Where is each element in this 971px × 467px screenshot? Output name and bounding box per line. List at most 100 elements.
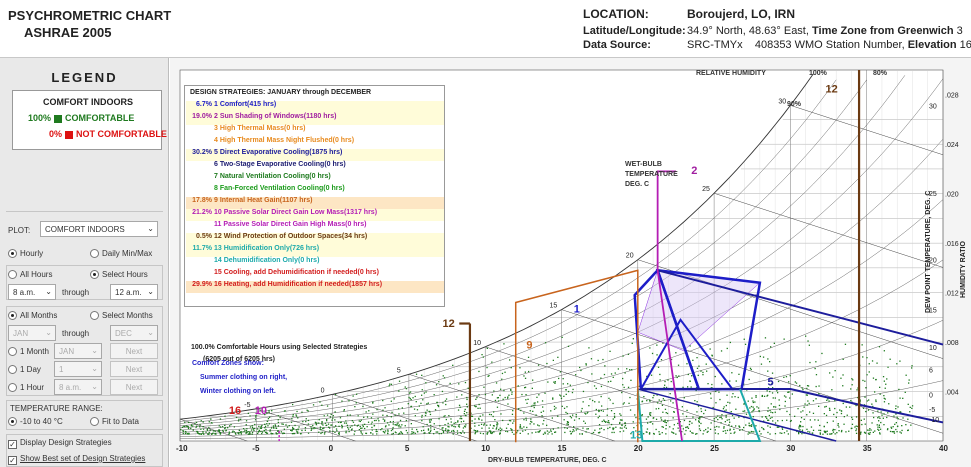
radio-daily-label: Daily Min/Max bbox=[102, 249, 153, 258]
hour-from-select[interactable]: 8 a.m. ⌄ bbox=[8, 284, 56, 300]
radio-one-hour[interactable]: 1 Hour bbox=[8, 383, 44, 392]
station-value: 408353 WMO Station Number, bbox=[754, 39, 905, 51]
one-day-value: 1 bbox=[59, 365, 64, 374]
data-point bbox=[670, 400, 672, 402]
data-point bbox=[351, 425, 353, 427]
data-point bbox=[457, 432, 459, 434]
data-point bbox=[884, 387, 886, 389]
data-point bbox=[738, 425, 740, 427]
next-day-button[interactable]: Next bbox=[110, 361, 158, 377]
data-point bbox=[555, 407, 557, 409]
data-point bbox=[409, 397, 411, 400]
one-hour-select[interactable]: 8 a.m. ⌄ bbox=[54, 379, 102, 395]
data-point bbox=[319, 426, 322, 428]
data-point bbox=[372, 402, 374, 404]
data-point bbox=[421, 416, 423, 418]
data-point bbox=[720, 350, 723, 352]
data-point bbox=[577, 428, 579, 430]
data-point bbox=[295, 429, 297, 431]
data-point bbox=[762, 356, 765, 358]
data-point bbox=[495, 382, 498, 384]
data-point bbox=[283, 410, 286, 412]
radio-one-day[interactable]: 1 Day bbox=[8, 365, 41, 374]
data-point bbox=[414, 415, 416, 417]
radio-select-hours[interactable]: Select Hours bbox=[90, 270, 148, 279]
data-point bbox=[899, 360, 901, 362]
data-point bbox=[879, 428, 882, 430]
data-point bbox=[759, 355, 761, 358]
data-point bbox=[808, 344, 810, 346]
data-point bbox=[597, 359, 599, 362]
source-row: Data Source: SRC-TMYx 408353 WMO Station … bbox=[583, 39, 971, 51]
data-point bbox=[779, 432, 781, 434]
radio-all-months[interactable]: All Months bbox=[8, 311, 57, 320]
app-title: PSYCHROMETRIC CHART bbox=[8, 8, 172, 23]
data-point bbox=[288, 425, 290, 427]
data-point bbox=[533, 423, 535, 425]
data-point bbox=[237, 432, 239, 434]
data-point bbox=[210, 418, 212, 420]
radio-range-fit[interactable]: Fit to Data bbox=[90, 417, 139, 426]
data-point bbox=[535, 414, 537, 416]
next-hour-button[interactable]: Next bbox=[110, 379, 158, 395]
data-point bbox=[855, 428, 858, 430]
radio-range-fixed[interactable]: -10 to 40 °C bbox=[8, 417, 63, 426]
radio-all-hours[interactable]: All Hours bbox=[8, 270, 52, 279]
data-point bbox=[895, 405, 897, 407]
data-point bbox=[755, 425, 757, 427]
data-point bbox=[497, 400, 500, 402]
data-point bbox=[726, 347, 728, 350]
data-point bbox=[774, 397, 776, 399]
month-to-select[interactable]: DEC ⌄ bbox=[110, 325, 158, 341]
data-point bbox=[595, 413, 597, 415]
data-point bbox=[271, 433, 273, 435]
radio-one-month[interactable]: 1 Month bbox=[8, 347, 49, 356]
data-point bbox=[883, 350, 885, 352]
radio-hourly[interactable]: Hourly bbox=[8, 249, 43, 258]
radio-daily[interactable]: Daily Min/Max bbox=[90, 249, 152, 258]
data-point bbox=[277, 419, 279, 421]
data-point bbox=[297, 432, 299, 434]
show-best-checkbox[interactable]: ✓ Show Best set of Design Strategies bbox=[8, 454, 145, 465]
data-point bbox=[294, 424, 296, 427]
data-point bbox=[653, 394, 655, 397]
data-point bbox=[544, 392, 546, 394]
data-point bbox=[435, 384, 438, 386]
data-point bbox=[632, 338, 634, 340]
next-month-button[interactable]: Next bbox=[110, 343, 158, 359]
data-point bbox=[569, 415, 571, 418]
radio-select-months[interactable]: Select Months bbox=[90, 311, 153, 320]
data-point bbox=[799, 429, 801, 431]
display-strategies-checkbox[interactable]: ✓ Display Design Strategies bbox=[8, 438, 112, 449]
hour-to-select[interactable]: 12 a.m. ⌄ bbox=[110, 284, 158, 300]
plot-select[interactable]: COMFORT INDOORS ⌄ bbox=[40, 221, 158, 237]
strategy-label: 14 Dehumidification Only(0 hrs) bbox=[214, 257, 320, 264]
data-point bbox=[532, 404, 534, 406]
data-point bbox=[655, 408, 657, 410]
data-point bbox=[482, 414, 484, 416]
data-point bbox=[443, 377, 446, 379]
data-point bbox=[421, 389, 423, 391]
data-point bbox=[878, 420, 880, 422]
data-point bbox=[265, 431, 267, 434]
data-point bbox=[511, 429, 513, 431]
data-point bbox=[871, 360, 874, 362]
strategy-pct: 11.7% bbox=[192, 245, 212, 252]
data-point bbox=[749, 367, 752, 369]
data-point bbox=[372, 413, 374, 415]
data-point bbox=[685, 426, 687, 429]
data-point bbox=[632, 421, 634, 423]
data-point bbox=[370, 423, 373, 425]
data-point bbox=[460, 416, 462, 418]
plot-label: PLOT: bbox=[8, 226, 31, 235]
month-from-select[interactable]: JAN ⌄ bbox=[8, 325, 56, 341]
data-point bbox=[331, 419, 333, 421]
one-day-select[interactable]: 1 ⌄ bbox=[54, 361, 102, 377]
data-point bbox=[537, 401, 539, 403]
data-point bbox=[489, 424, 491, 426]
one-month-select[interactable]: JAN ⌄ bbox=[54, 343, 102, 359]
data-point bbox=[649, 347, 651, 349]
wet-bulb-tick-label: 30 bbox=[778, 98, 786, 105]
strategy-row: 8 Fan-Forced Ventilation Cooling(0 hrs) bbox=[186, 185, 444, 197]
data-point bbox=[373, 419, 376, 422]
